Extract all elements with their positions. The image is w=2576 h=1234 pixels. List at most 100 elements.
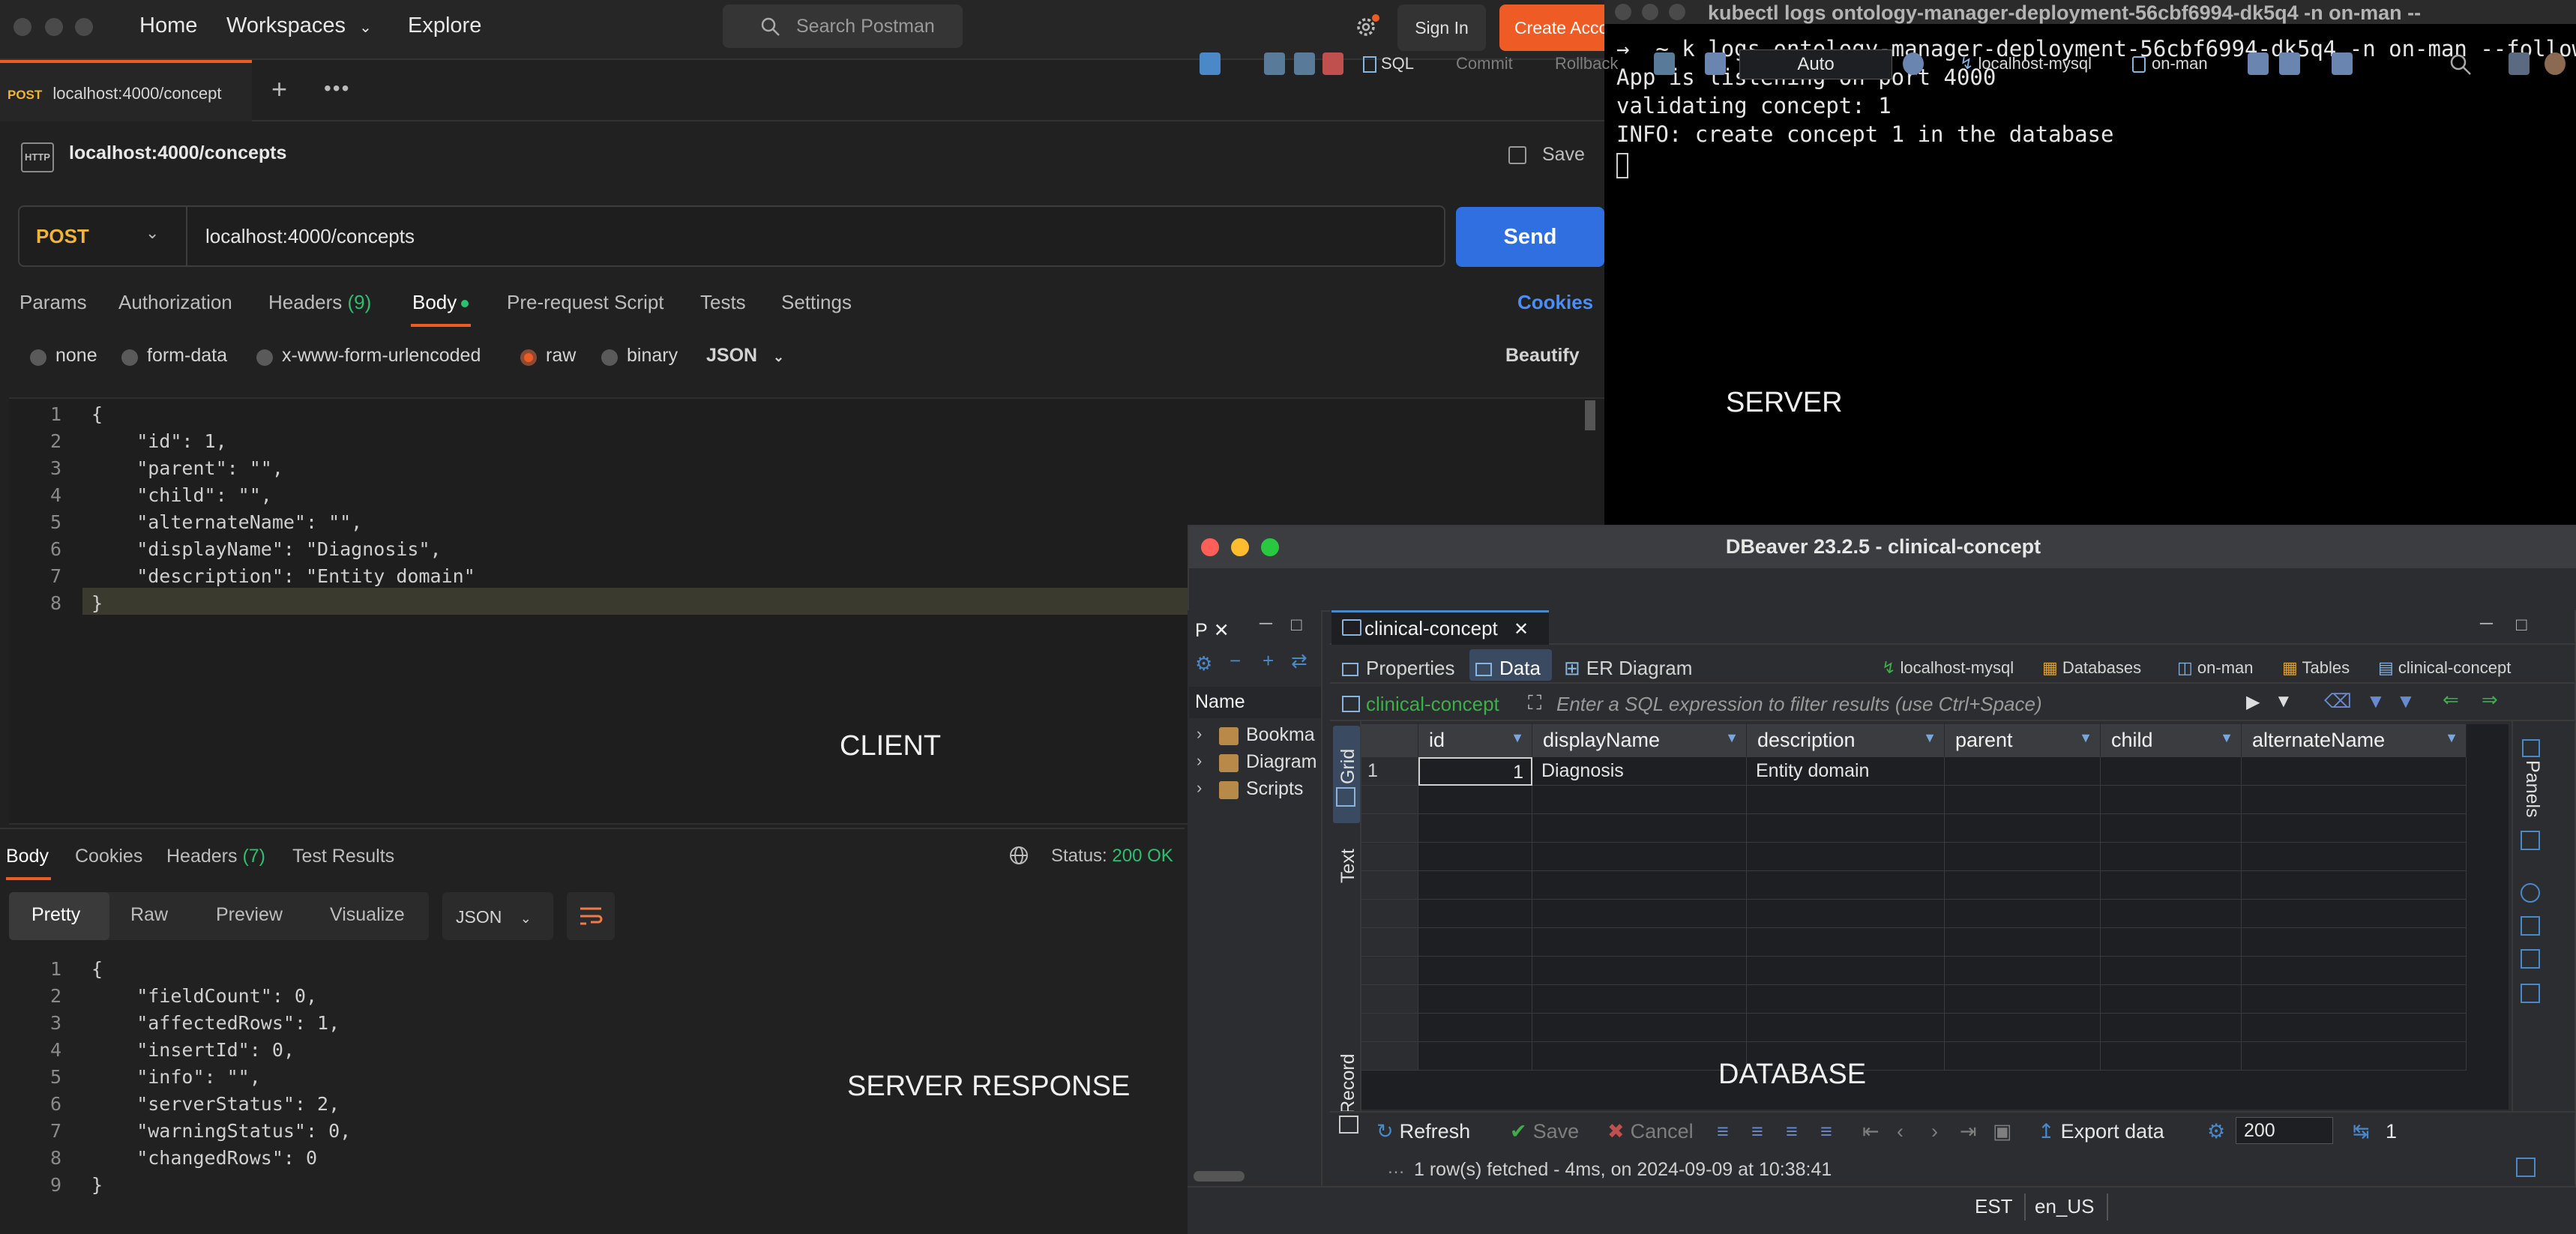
row-number[interactable] [1361, 786, 1418, 814]
vtab-record[interactable]: Record [1337, 1053, 1359, 1114]
empty-cell[interactable] [2101, 871, 2242, 900]
sort-chevron-icon[interactable]: ▼ [2220, 730, 2233, 746]
empty-cell[interactable] [1747, 814, 1945, 843]
subtab-er-diagram[interactable]: ⊞ ER Diagram [1564, 657, 1692, 680]
sort-chevron-icon[interactable]: ▼ [1923, 730, 1936, 746]
tab-settings[interactable]: Settings [781, 291, 852, 314]
empty-cell[interactable] [1418, 957, 1532, 985]
table-cell-description[interactable]: Entity domain [1747, 757, 1945, 786]
empty-cell[interactable] [2242, 786, 2467, 814]
maximize-window-button[interactable] [1261, 538, 1279, 556]
view-mode-visualize[interactable]: Visualize [330, 904, 405, 926]
empty-cell[interactable] [1532, 985, 1747, 1014]
vtab-text[interactable]: Text [1337, 849, 1359, 883]
last-page-icon[interactable]: ⇥ [1960, 1120, 1977, 1143]
nav-home[interactable]: Home [139, 13, 197, 38]
empty-cell[interactable] [1747, 957, 1945, 985]
empty-cell[interactable] [1532, 957, 1747, 985]
column-header-id[interactable]: id ▼ [1418, 724, 1532, 757]
first-page-icon[interactable]: ⇤ [1862, 1120, 1880, 1143]
close-window-button[interactable] [13, 18, 31, 36]
empty-cell[interactable] [1945, 900, 2101, 928]
column-header-displayName[interactable]: displayName ▼ [1532, 724, 1747, 757]
apply-filter-icon[interactable]: ▶ [2246, 691, 2260, 713]
search-box[interactable]: Search Postman [723, 4, 963, 48]
sort-chevron-icon[interactable]: ▼ [2445, 730, 2458, 746]
row-number[interactable] [1361, 871, 1418, 900]
minimize-editor-icon[interactable]: ─ [2480, 613, 2493, 634]
perspective-icon[interactable] [2509, 52, 2530, 75]
empty-cell[interactable] [1532, 1042, 1747, 1071]
panel-toggle-icon[interactable] [1339, 1116, 1358, 1134]
empty-cell[interactable] [2101, 957, 2242, 985]
link-editor-icon[interactable]: ⇄ [1291, 649, 1307, 672]
close-window-button[interactable] [1201, 538, 1219, 556]
locale-indicator[interactable]: en_US [2035, 1195, 2095, 1218]
empty-cell[interactable] [2242, 1014, 2467, 1042]
empty-cell[interactable] [1945, 985, 2101, 1014]
empty-cell[interactable] [2101, 1014, 2242, 1042]
tab-tests[interactable]: Tests [700, 291, 746, 314]
active-connection-select[interactable]: ↯ localhost-mysql [1960, 54, 2092, 73]
chevron-right-icon[interactable]: › [1197, 778, 1202, 798]
history-icon[interactable] [1903, 52, 1924, 75]
settings-gear-icon[interactable] [1352, 13, 1379, 40]
active-schema-select[interactable]: on-man [2132, 54, 2208, 73]
empty-cell[interactable] [1532, 814, 1747, 843]
row-count-icon[interactable]: ↹ [2353, 1120, 2370, 1143]
request-tab[interactable]: POST localhost:4000/concept [0, 60, 252, 121]
empty-cell[interactable] [1418, 928, 1532, 957]
export-data-button[interactable]: ↥ Export data [2038, 1120, 2164, 1143]
navigator-scrollbar[interactable] [1194, 1171, 1245, 1182]
transaction-mode-icon[interactable] [1654, 52, 1675, 75]
empty-cell[interactable] [2101, 786, 2242, 814]
grouping-panel-icon[interactable] [2521, 949, 2540, 969]
maximize-window-button[interactable] [1669, 4, 1685, 20]
filter-settings-icon[interactable]: ▼ [2396, 690, 2416, 713]
maximize-editor-icon[interactable]: □ [2516, 615, 2527, 636]
transaction-mode-select[interactable]: Auto [1739, 49, 1892, 79]
empty-cell[interactable] [2101, 843, 2242, 871]
empty-cell[interactable] [1747, 871, 1945, 900]
filter-entity-label[interactable]: clinical-concept [1366, 693, 1499, 716]
editor-scrollbar[interactable] [1585, 400, 1595, 430]
empty-cell[interactable] [2242, 957, 2467, 985]
subtab-data[interactable]: Data [1475, 657, 1541, 680]
breadcrumb-connection[interactable]: ↯ localhost-mysql [1882, 658, 2014, 678]
empty-cell[interactable] [2242, 843, 2467, 871]
empty-cell[interactable] [1532, 1014, 1747, 1042]
chevron-right-icon[interactable]: › [1197, 751, 1202, 771]
empty-cell[interactable] [2101, 814, 2242, 843]
forward-icon[interactable]: ⇒ [2482, 688, 2498, 711]
view-mode-preview[interactable]: Preview [216, 904, 283, 926]
empty-cell[interactable] [1532, 928, 1747, 957]
radio-urlencoded[interactable] [256, 349, 273, 366]
zoom-icon[interactable] [2332, 52, 2353, 75]
next-page-icon[interactable]: › [1931, 1120, 1938, 1143]
empty-cell[interactable] [1532, 843, 1747, 871]
copy-row-icon[interactable]: ≡ [1786, 1120, 1798, 1143]
table-cell-displayName[interactable]: Diagnosis [1532, 757, 1747, 786]
delete-row-icon[interactable]: ≡ [1820, 1120, 1832, 1143]
chevron-down-icon[interactable]: ⌄ [145, 223, 159, 243]
radio-raw[interactable] [520, 349, 537, 366]
empty-cell[interactable] [1945, 843, 2101, 871]
cancel-changes-button[interactable]: ✖ Cancel [1607, 1120, 1694, 1143]
back-icon[interactable]: ⇐ [2443, 688, 2459, 711]
empty-cell[interactable] [2101, 985, 2242, 1014]
edit-row-icon[interactable]: ≡ [1717, 1120, 1729, 1143]
view-mode-raw[interactable]: Raw [130, 904, 168, 926]
column-header-alternateName[interactable]: alternateName ▼ [2242, 724, 2467, 757]
row-number[interactable] [1361, 1042, 1418, 1071]
empty-cell[interactable] [2101, 900, 2242, 928]
column-header-child[interactable]: child ▼ [2101, 724, 2242, 757]
empty-cell[interactable] [2242, 871, 2467, 900]
fetch-size-input[interactable]: 200 [2236, 1117, 2333, 1144]
beautify-link[interactable]: Beautify [1505, 345, 1580, 367]
row-number[interactable] [1361, 843, 1418, 871]
expand-filter-icon[interactable]: ⛶ [1528, 691, 1541, 715]
editor-tab-clinical-concept[interactable]: clinical-concept ✕ [1331, 610, 1549, 645]
response-tab-test-results[interactable]: Test Results [292, 846, 394, 867]
vtab-grid[interactable]: Grid [1337, 749, 1359, 784]
cookies-link[interactable]: Cookies [1517, 291, 1593, 314]
